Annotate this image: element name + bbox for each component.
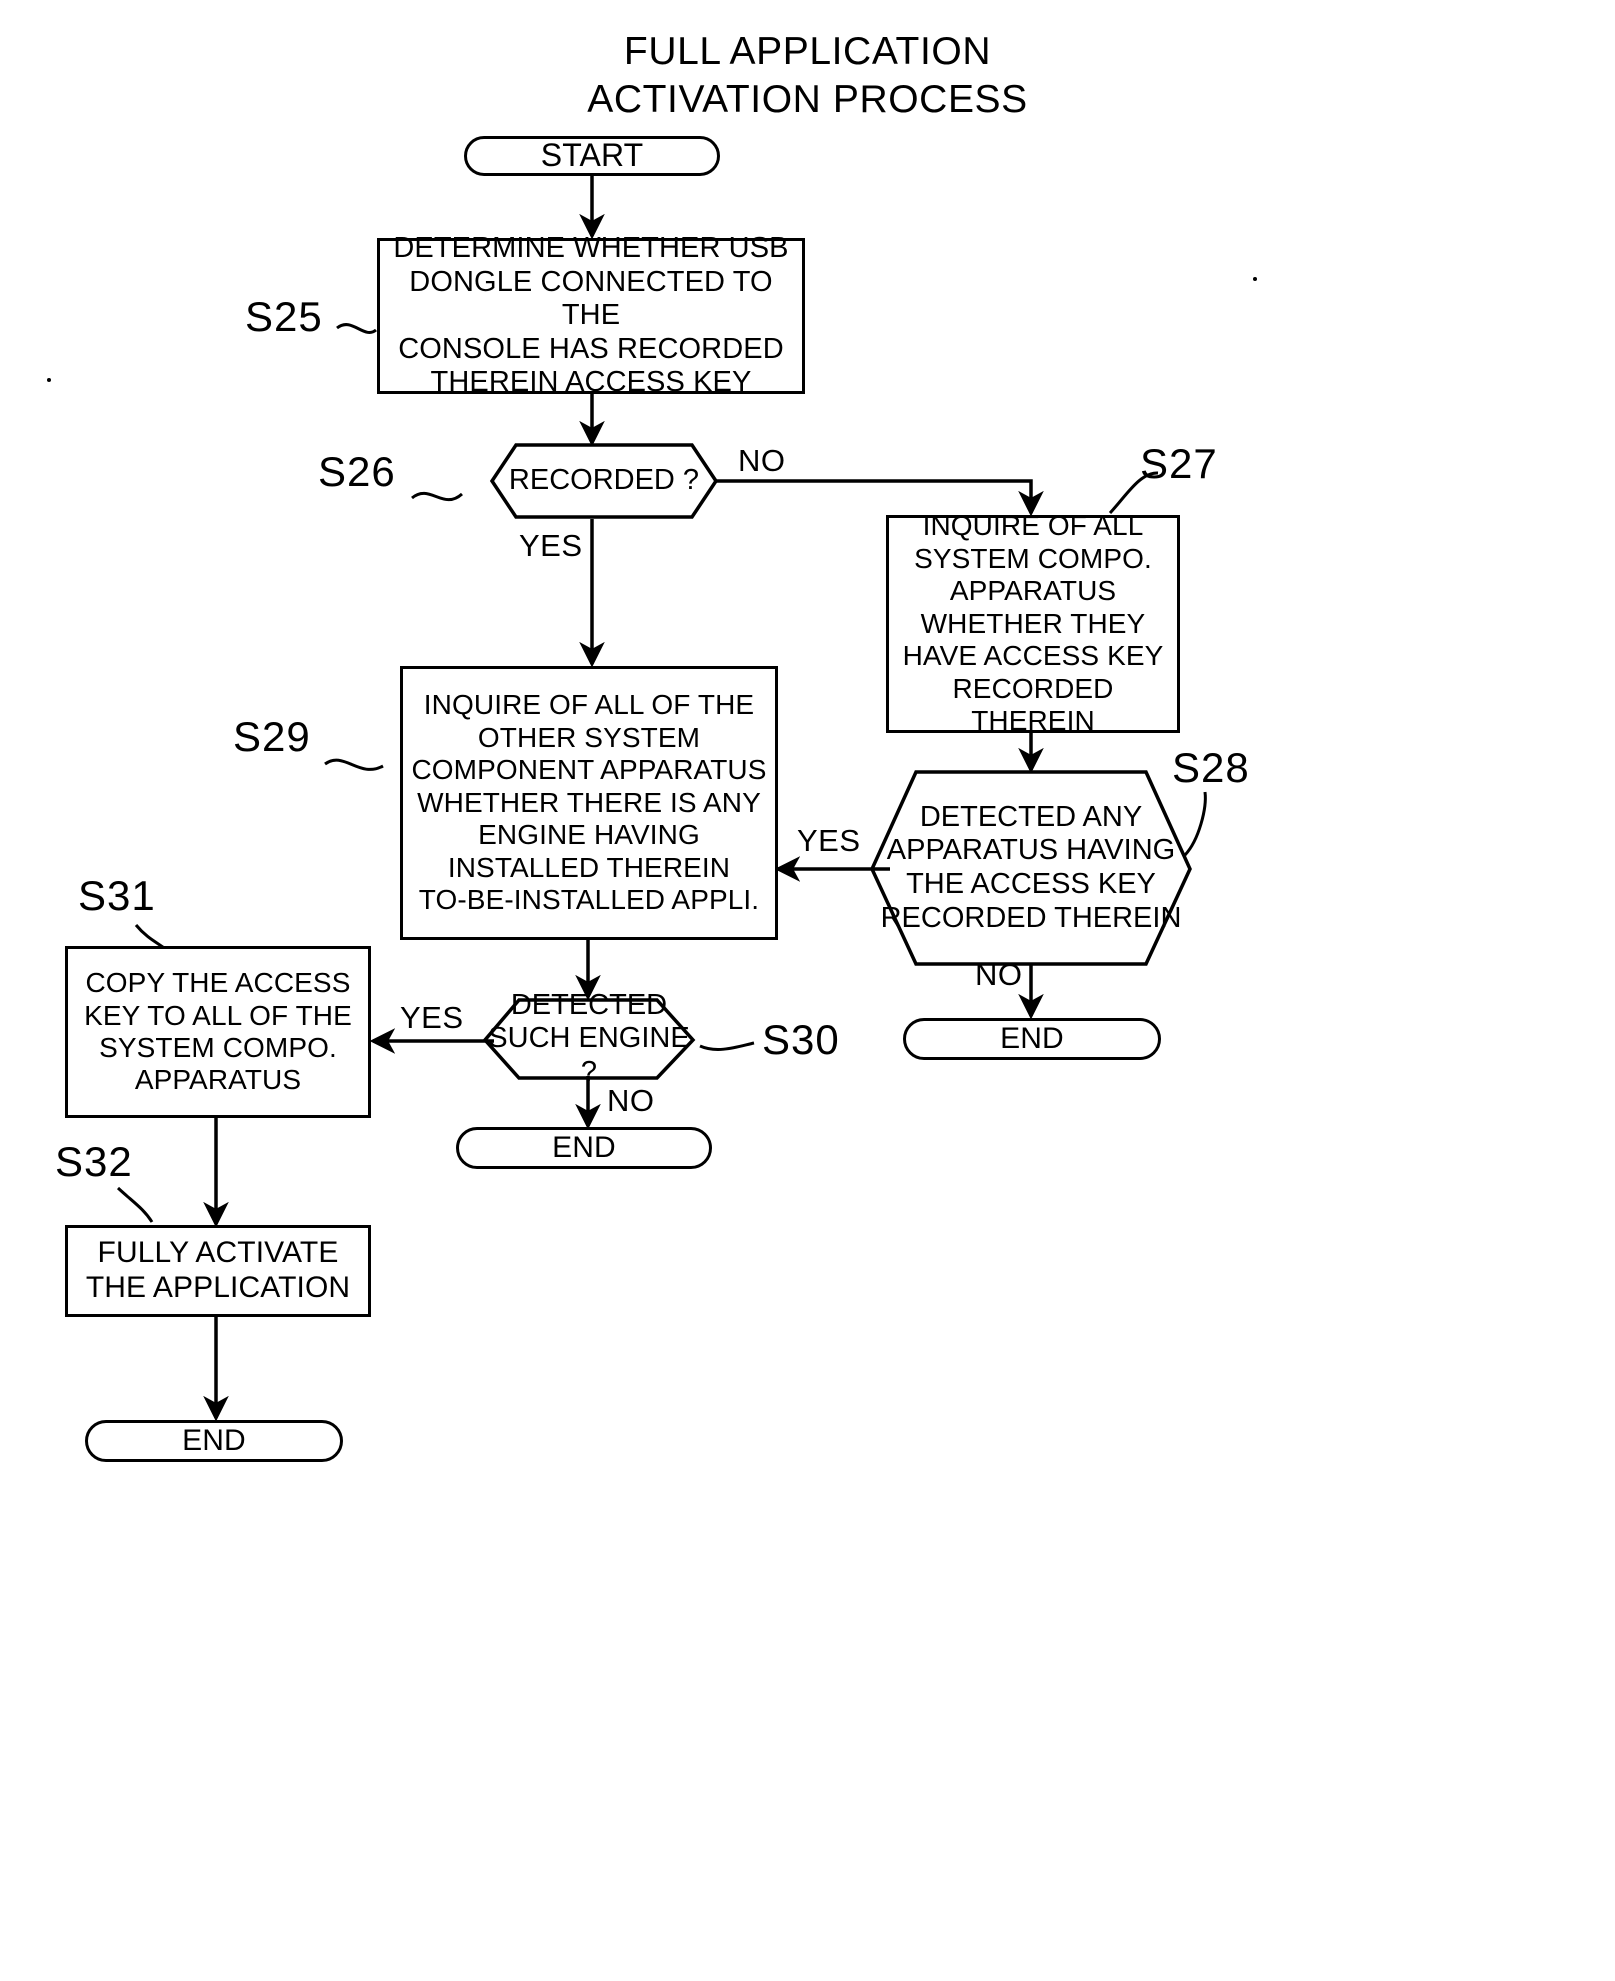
node-s32-line-1: FULLY ACTIVATE <box>97 1236 339 1270</box>
node-s25-line-4: THEREIN ACCESS KEY <box>430 366 752 399</box>
node-s28-line-2: APPARATUS HAVING <box>886 834 1176 867</box>
node-s29-text: INQUIRE OF ALL OF THE OTHER SYSTEM COMPO… <box>411 689 766 916</box>
edge-s26-no-to-s27 <box>716 479 1044 517</box>
step-label-s32: S32 <box>55 1138 133 1185</box>
node-s25-line-1: DETERMINE WHETHER USB <box>393 231 789 264</box>
node-end-s28-label: END <box>1000 1021 1064 1055</box>
leader-s25 <box>336 323 377 334</box>
node-s25-text: DETERMINE WHETHER USB DONGLE CONNECTED T… <box>380 232 802 400</box>
node-s25-line-3: CONSOLE HAS RECORDED <box>398 332 784 365</box>
node-end-s30-label: END <box>552 1130 616 1164</box>
node-s31-line-1: COPY THE ACCESS <box>85 967 351 999</box>
node-s28-line-4: RECORDED THEREIN <box>880 901 1182 934</box>
node-s31-line-4: APPARATUS <box>134 1064 302 1096</box>
node-s29-line-1: INQUIRE OF ALL OF THE <box>423 689 755 721</box>
node-start[interactable]: START <box>464 136 720 176</box>
edge-label-s30-yes: YES <box>400 1000 464 1035</box>
node-s31-text: COPY THE ACCESS KEY TO ALL OF THE SYSTEM… <box>84 967 352 1097</box>
node-s29-line-7: TO-BE-INSTALLED APPLI. <box>418 884 760 916</box>
node-s28-line-1: DETECTED ANY <box>919 800 1143 833</box>
node-s30-text-inner: DETECTED SUCH ENGINE ? <box>485 989 693 1090</box>
step-label-s28: S28 <box>1172 744 1250 791</box>
leader-s32 <box>116 1186 154 1223</box>
node-s27-line-5: HAVE ACCESS KEY <box>902 640 1164 672</box>
edge-label-s26-no: NO <box>738 443 786 478</box>
node-s31-line-2: KEY TO ALL OF THE <box>84 999 352 1031</box>
node-s29-line-6: INSTALLED THEREIN <box>447 851 731 883</box>
node-s29-line-2: OTHER SYSTEM <box>477 721 701 753</box>
flowchart-page: FULL APPLICATION ACTIVATION PROCESS STAR… <box>0 0 1615 1981</box>
edge-label-s30-no: NO <box>607 1083 655 1118</box>
node-end-s28[interactable]: END <box>903 1018 1161 1060</box>
node-s30-line-2: SUCH ENGINE ? <box>488 1022 690 1088</box>
step-label-s30: S30 <box>762 1016 840 1063</box>
page-title-line-2: ACTIVATION PROCESS <box>587 77 1028 121</box>
page-title-line-1: FULL APPLICATION <box>623 30 992 73</box>
step-label-s27: S27 <box>1140 440 1218 487</box>
node-s28-line-3: THE ACCESS KEY <box>906 868 1156 900</box>
node-s29-line-5: ENGINE HAVING <box>478 819 700 851</box>
node-s27-line-6: RECORDED THEREIN <box>952 672 1114 737</box>
node-s28[interactable]: DETECTED ANY APPARATUS HAVING THE ACCESS… <box>872 772 1190 964</box>
node-end-s32-label: END <box>182 1423 246 1457</box>
leader-s29 <box>324 758 384 771</box>
node-s27-line-1: INQUIRE OF ALL <box>922 510 1144 542</box>
step-label-s29: S29 <box>233 713 311 760</box>
node-end-s32[interactable]: END <box>85 1420 343 1462</box>
node-s25-line-2: DONGLE CONNECTED TO THE <box>409 265 773 332</box>
node-s26[interactable]: RECORDED ? <box>492 445 716 517</box>
node-s30-text: DETECTED SUCH ENGINE ? <box>485 989 693 1088</box>
node-s27-line-2: SYSTEM COMPO. <box>914 542 1152 574</box>
node-s27-text: INQUIRE OF ALL SYSTEM COMPO. APPARATUS W… <box>889 510 1177 737</box>
node-s28-text-inner: DETECTED ANY APPARATUS HAVING THE ACCESS… <box>881 801 1182 936</box>
node-end-s30[interactable]: END <box>456 1127 712 1169</box>
leader-s30 <box>699 1041 755 1051</box>
node-s27-line-3: APPARATUS <box>949 575 1117 607</box>
node-s32-text: FULLY ACTIVATE THE APPLICATION <box>86 1236 350 1306</box>
node-s29[interactable]: INQUIRE OF ALL OF THE OTHER SYSTEM COMPO… <box>400 666 778 940</box>
node-s25[interactable]: DETERMINE WHETHER USB DONGLE CONNECTED T… <box>377 232 805 398</box>
node-s32[interactable]: FULLY ACTIVATE THE APPLICATION <box>65 1225 371 1317</box>
node-s31-line-3: SYSTEM COMPO. <box>99 1032 337 1063</box>
step-label-s26: S26 <box>318 448 396 495</box>
node-s27[interactable]: INQUIRE OF ALL SYSTEM COMPO. APPARATUS W… <box>886 510 1180 736</box>
node-s31[interactable]: COPY THE ACCESS KEY TO ALL OF THE SYSTEM… <box>65 946 371 1118</box>
node-start-label: START <box>540 137 644 174</box>
node-s28-text: DETECTED ANY APPARATUS HAVING THE ACCESS… <box>872 772 1190 964</box>
leader-s26 <box>411 491 463 502</box>
node-s30-line-1: DETECTED <box>510 988 668 1021</box>
edge-label-s28-yes: YES <box>797 823 861 858</box>
edge-label-s26-yes: YES <box>519 528 583 563</box>
scan-artifact-dot <box>1253 277 1257 281</box>
node-s26-text: RECORDED ? <box>492 445 716 517</box>
step-label-s25: S25 <box>245 293 323 340</box>
scan-artifact-dot <box>47 378 51 382</box>
step-label-s31: S31 <box>78 872 156 919</box>
node-s29-line-3: COMPONENT APPARATUS <box>411 754 767 786</box>
node-s29-line-4: WHETHER THERE IS ANY <box>417 786 761 818</box>
node-s32-line-2: THE APPLICATION <box>85 1271 351 1304</box>
page-title: FULL APPLICATION ACTIVATION PROCESS <box>0 28 1615 123</box>
edge-label-s28-no: NO <box>975 957 1023 992</box>
node-s30[interactable]: DETECTED SUCH ENGINE ? <box>485 989 693 1088</box>
node-s26-line-1: RECORDED ? <box>508 464 700 497</box>
node-s27-line-4: WHETHER THEY <box>920 607 1146 639</box>
